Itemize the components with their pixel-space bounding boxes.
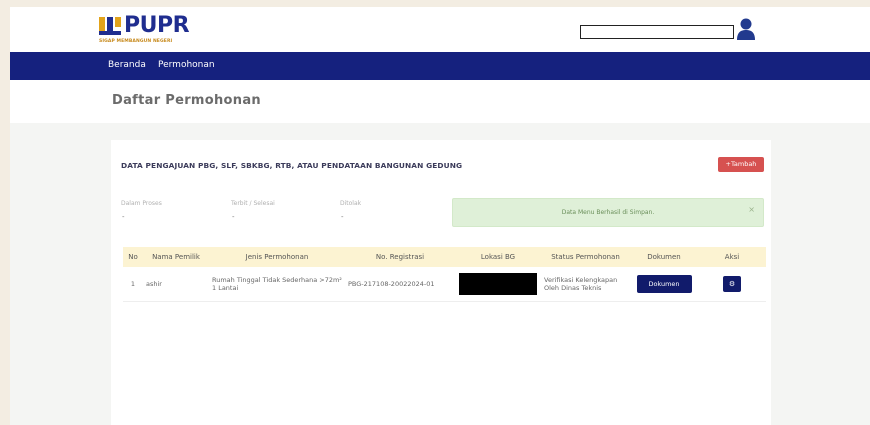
nav-item-permohonan[interactable]: Permohonan: [158, 60, 215, 70]
brand-name: PUPR: [124, 13, 190, 38]
stat-label-in-process: Dalam Proses: [121, 200, 162, 207]
header-no: No: [123, 247, 143, 267]
header-registration: No. Registrasi: [345, 247, 455, 267]
header-type: Jenis Permohonan: [209, 247, 345, 267]
header-document: Dokumen: [630, 247, 698, 267]
cell-document: Dokumen: [630, 267, 698, 302]
table-row: 1 ashir Rumah Tinggal Tidak Sederhana >7…: [123, 267, 766, 302]
cell-location: [455, 267, 541, 302]
brand-tagline: SIGAP MEMBANGUN NEGERI: [99, 39, 173, 44]
pupr-logo-icon: [99, 17, 121, 35]
application-card: DATA PENGAJUAN PBG, SLF, SBKBG, RTB, ATA…: [111, 140, 771, 425]
cell-owner: ashir: [143, 267, 209, 302]
pupr-logo[interactable]: PUPR SIGAP MEMBANGUN NEGERI: [98, 13, 198, 48]
header-owner: Nama Pemilik: [143, 247, 209, 267]
document-button[interactable]: Dokumen: [636, 274, 692, 293]
cell-action: ⚙: [698, 267, 766, 302]
stat-value-rejected: -: [341, 213, 344, 221]
user-icon[interactable]: [736, 17, 756, 41]
nav-item-beranda[interactable]: Beranda: [108, 60, 146, 70]
cell-type: Rumah Tinggal Tidak Sederhana >72m² 1 La…: [209, 267, 345, 302]
main-navbar: Beranda Permohonan: [10, 52, 870, 80]
page-title: Daftar Permohonan: [112, 93, 261, 108]
stat-label-issued: Terbit / Selesai: [231, 200, 275, 207]
applications-table: No Nama Pemilik Jenis Permohonan No. Reg…: [123, 247, 766, 302]
header-location: Lokasi BG: [455, 247, 541, 267]
header: PUPR SIGAP MEMBANGUN NEGERI: [10, 7, 870, 52]
cell-no: 1: [123, 267, 143, 302]
alert-message: Data Menu Berhasil di Simpan.: [561, 209, 655, 216]
success-alert: Data Menu Berhasil di Simpan. ×: [452, 198, 764, 227]
stat-label-rejected: Ditolak: [340, 200, 362, 207]
page: PUPR SIGAP MEMBANGUN NEGERI Beranda Perm…: [10, 7, 870, 425]
card-title: DATA PENGAJUAN PBG, SLF, SBKBG, RTB, ATA…: [121, 161, 463, 170]
cell-status: Verifikasi Kelengkapan Oleh Dinas Teknis: [541, 267, 630, 302]
gear-icon[interactable]: ⚙: [723, 275, 741, 292]
close-icon[interactable]: ×: [748, 205, 755, 214]
search-input[interactable]: [580, 25, 734, 39]
header-status: Status Permohonan: [541, 247, 630, 267]
redacted-location: [459, 272, 537, 295]
table-header-row: No Nama Pemilik Jenis Permohonan No. Reg…: [123, 247, 766, 267]
header-action: Aksi: [698, 247, 766, 267]
add-button[interactable]: +Tambah: [718, 157, 764, 172]
stat-value-in-process: -: [122, 213, 125, 221]
stat-value-issued: -: [232, 213, 235, 221]
cell-registration: PBG-217108-20022024-01: [345, 267, 455, 302]
